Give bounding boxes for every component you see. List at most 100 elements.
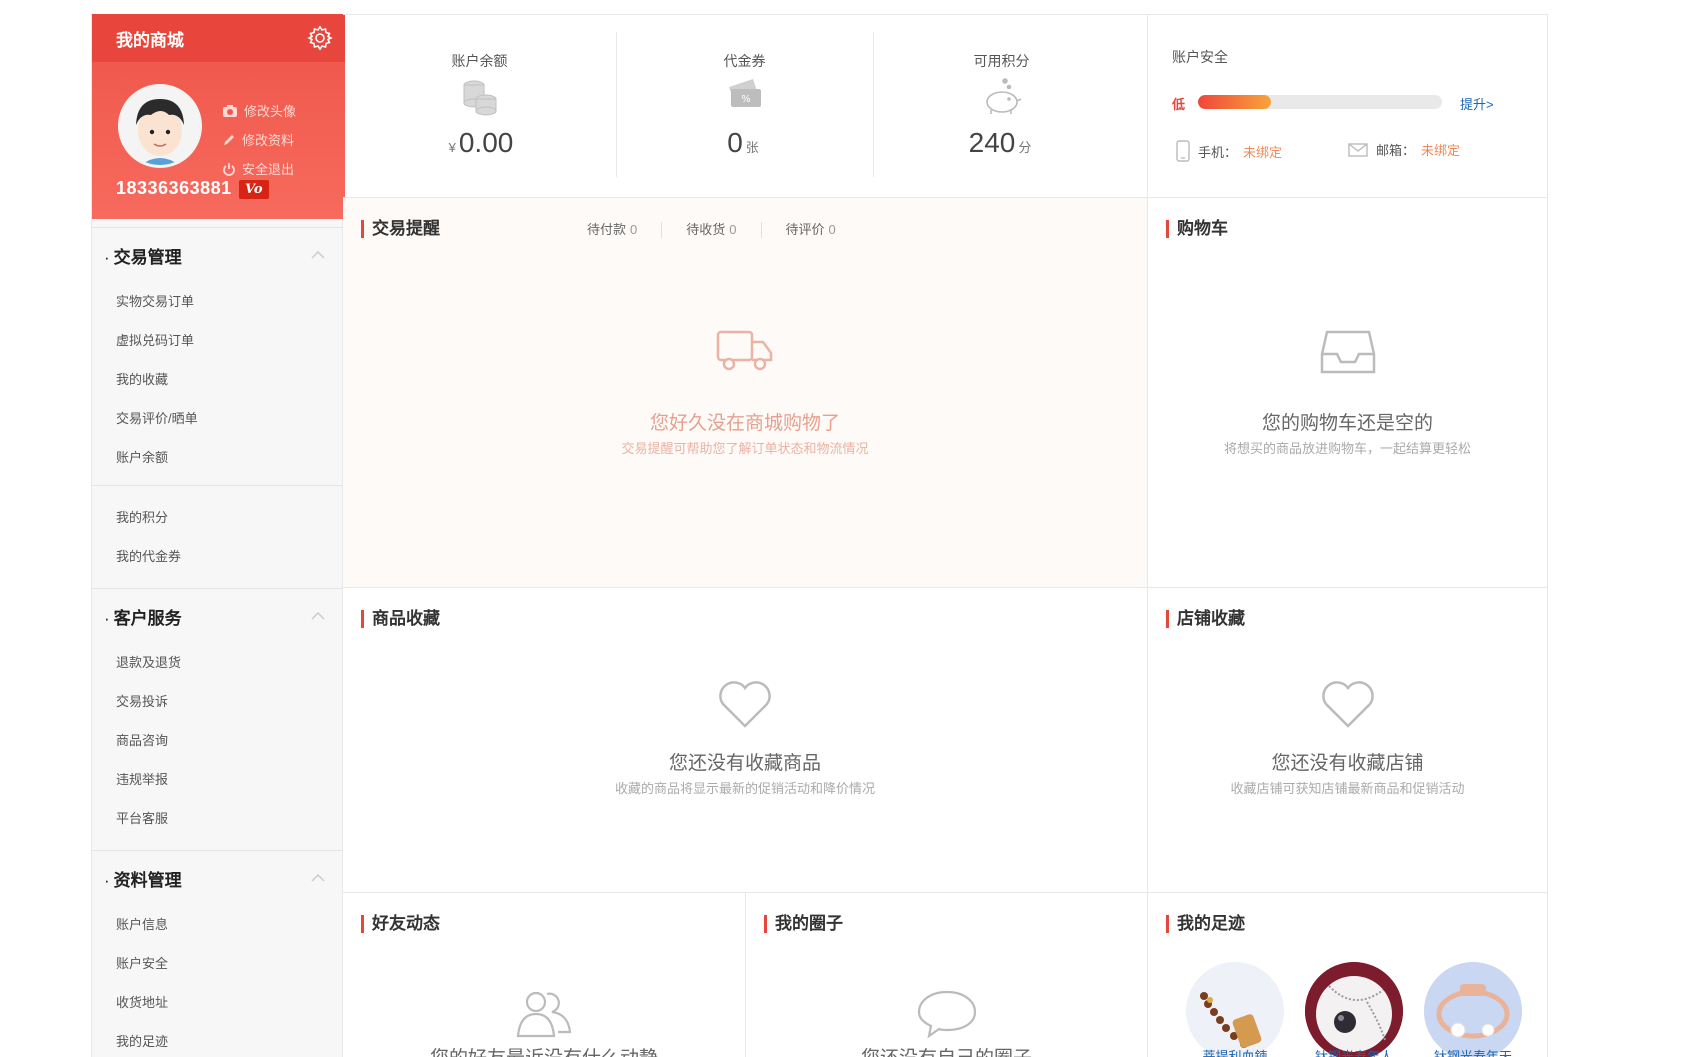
profile-card: 我的商城 修改头像 修改资料 安全退出 18336363881 Vo <box>92 14 345 219</box>
menu-item[interactable]: 我的积分 <box>92 498 343 537</box>
phone-bind-row: 手机： 未绑定 <box>1176 140 1282 162</box>
goods-favorites-panel: 商品收藏 您还没有收藏商品 收藏的商品将显示最新的促销活动和降价情况 <box>343 588 1148 893</box>
menu-item[interactable]: 账户安全 <box>92 944 343 983</box>
vip-badge: Vo <box>239 180 269 199</box>
chat-bubble-icon <box>917 988 977 1045</box>
menu-head-trade[interactable]: 交易管理 <box>92 228 343 282</box>
footprint-item-bead-bracelet[interactable] <box>1186 962 1284 1057</box>
store-favorites-panel: 店铺收藏 您还没有收藏店铺 收藏店铺可获知店铺最新商品和促销活动 <box>1148 588 1548 893</box>
section-title: 交易提醒 <box>361 220 440 238</box>
menu-head-service[interactable]: 客户服务 <box>92 589 343 643</box>
menu-head-profile[interactable]: 资料管理 <box>92 851 343 905</box>
menu-item[interactable]: 实物交易订单 <box>92 282 343 321</box>
security-label: 账户安全 <box>1172 49 1228 65</box>
sidebar: 我的商城 修改头像 修改资料 安全退出 18336363881 Vo · 交易管… <box>91 14 345 1057</box>
points-value: 240 <box>968 127 1016 158</box>
phone-bind-link[interactable]: 未绑定 <box>1243 142 1282 161</box>
stat-voucher[interactable]: 代金券 % 0张 <box>616 15 873 198</box>
my-circle-panel: 我的圈子 您还没有自己的圈子 <box>746 893 1148 1057</box>
camera-icon <box>223 104 237 117</box>
edit-profile-link[interactable]: 修改资料 <box>222 125 296 154</box>
menu-item[interactable]: 账户余额 <box>92 438 343 477</box>
phone-label: 手机： <box>1198 144 1238 160</box>
menu-item[interactable]: 交易投诉 <box>92 682 343 721</box>
empty-message: 您还没有收藏店铺 <box>1271 753 1424 774</box>
gear-icon[interactable] <box>307 25 333 51</box>
menu-head-title: 客户服务 <box>104 604 182 629</box>
truck-icon <box>715 326 775 381</box>
footprint-label[interactable]: 钛钢光寿年人 <box>1299 1046 1409 1057</box>
stat-value: ¥0.00 <box>343 127 616 159</box>
friends-activity-panel: 好友动态 您的好友最近没有什么动静 <box>343 893 746 1057</box>
mail-icon <box>1348 142 1368 157</box>
menu-item[interactable]: 我的足迹 <box>92 1022 343 1057</box>
security-level: 低 <box>1172 97 1186 112</box>
section-title: 我的圈子 <box>764 915 843 933</box>
avatar[interactable] <box>118 84 202 168</box>
security-progress <box>1198 95 1442 109</box>
pencil-icon <box>224 134 234 145</box>
menu-item[interactable]: 虚拟兑码订单 <box>92 321 343 360</box>
menu-item[interactable]: 商品咨询 <box>92 721 343 760</box>
section-title: 店铺收藏 <box>1166 610 1245 628</box>
tab-label: 待付款 <box>587 222 627 237</box>
menu-item[interactable]: 平台客服 <box>92 799 343 838</box>
tab-pending-payment[interactable]: 待付款 0 <box>563 222 663 238</box>
menu-item[interactable]: 账户信息 <box>92 905 343 944</box>
cart-panel: 购物车 您的购物车还是空的 将想买的商品放进购物车，一起结算更轻松 <box>1148 198 1548 588</box>
voucher-unit: 张 <box>745 140 759 155</box>
menu-item[interactable]: 我的收藏 <box>92 360 343 399</box>
balance-value: 0.00 <box>458 127 514 158</box>
piggy-bank-icon <box>981 77 1023 122</box>
menu-item[interactable]: 我的代金券 <box>92 537 343 576</box>
user-phone: 18336363881 <box>116 178 232 198</box>
main-content: 账户余额 ¥0.00 代金券 % 0张 可用积分 240 分 账户安全 低 提升… <box>343 14 1548 1057</box>
account-security-panel: 账户安全 低 提升> 手机： 未绑定 邮箱： 未绑定 <box>1148 15 1548 198</box>
profile-header: 我的商城 <box>92 14 345 62</box>
svg-text:%: % <box>741 94 751 105</box>
stat-value: 240 分 <box>873 127 1130 159</box>
empty-message: 您的购物车还是空的 <box>1261 413 1433 434</box>
edit-avatar-link[interactable]: 修改头像 <box>222 96 296 125</box>
menu-group-service: 客户服务 退款及退货 交易投诉 商品咨询 违规举报 平台客服 <box>92 588 343 838</box>
stat-points[interactable]: 可用积分 240 分 <box>873 15 1130 198</box>
section-title: 好友动态 <box>361 915 440 933</box>
coins-icon <box>460 77 500 122</box>
stat-label: 可用积分 <box>973 53 1030 69</box>
section-title: 我的足迹 <box>1166 915 1245 933</box>
menu-group-trade: 交易管理 实物交易订单 虚拟兑码订单 我的收藏 交易评价/晒单 账户余额 我的积… <box>92 227 343 576</box>
footprint-label[interactable]: 菩提利血鍊 <box>1180 1046 1290 1057</box>
menu-divider: 我的积分 我的代金券 <box>92 485 343 576</box>
heart-icon <box>715 678 775 735</box>
tab-pending-receipt[interactable]: 待收货 0 <box>662 222 762 238</box>
menu-item[interactable]: 交易评价/晒单 <box>92 399 343 438</box>
footprint-item-pendant[interactable] <box>1305 962 1403 1057</box>
heart-icon <box>1318 678 1378 735</box>
menu-item[interactable]: 退款及退货 <box>92 643 343 682</box>
empty-message: 您的好友最近没有什么动静 <box>343 1043 745 1057</box>
stat-label: 账户余额 <box>451 53 508 69</box>
footprint-label[interactable]: 钛钢光寿年天 <box>1418 1046 1528 1057</box>
tab-label: 待评价 <box>785 222 825 237</box>
chevron-up-icon <box>311 612 325 620</box>
empty-message: 您好久没在商城购物了 <box>649 413 840 434</box>
users-icon <box>514 988 574 1045</box>
email-bind-link[interactable]: 未绑定 <box>1421 140 1460 159</box>
menu-item[interactable]: 违规举报 <box>92 760 343 799</box>
edit-avatar-label: 修改头像 <box>244 104 297 119</box>
security-progress-fill <box>1198 95 1272 109</box>
tab-pending-review[interactable]: 待评价 0 <box>762 222 860 238</box>
footprint-item-bangle[interactable] <box>1424 962 1522 1057</box>
empty-hint: 收藏店铺可获知店铺最新商品和促销活动 <box>1230 781 1465 796</box>
menu-item[interactable]: 收货地址 <box>92 983 343 1022</box>
email-bind-row: 邮箱： 未绑定 <box>1348 140 1460 159</box>
menu-group-profile: 资料管理 账户信息 账户安全 收货地址 我的足迹 <box>92 850 343 1057</box>
tab-count: 0 <box>630 222 638 237</box>
stat-balance[interactable]: 账户余额 ¥0.00 <box>343 15 616 198</box>
mobile-icon <box>1176 140 1190 162</box>
logout-link[interactable]: 安全退出 <box>222 154 296 183</box>
order-tabs: 待付款 0 待收货 0 待评价 0 <box>563 222 860 238</box>
upgrade-link[interactable]: 提升> <box>1460 94 1494 113</box>
stats-panel: 账户余额 ¥0.00 代金券 % 0张 可用积分 240 分 <box>343 15 1148 198</box>
currency-symbol: ¥ <box>448 140 456 155</box>
